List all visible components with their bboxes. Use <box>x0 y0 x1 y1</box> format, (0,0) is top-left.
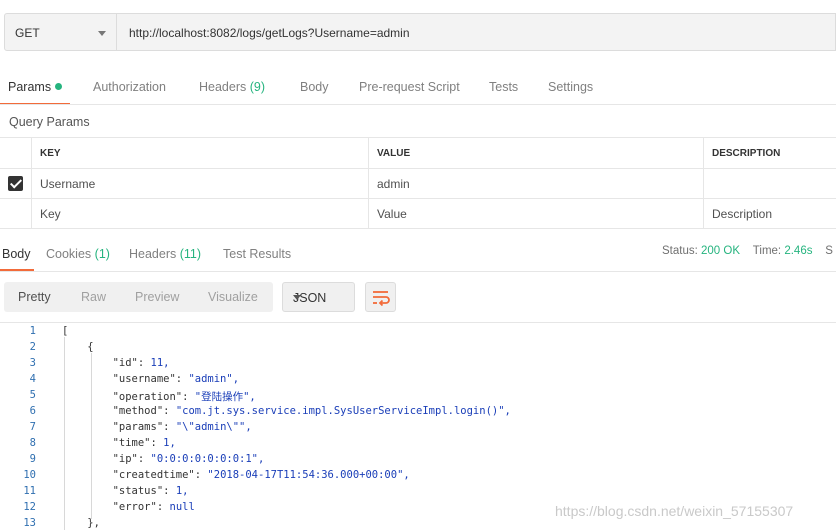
code-line: "params": "\"admin\"", <box>62 421 252 433</box>
query-params-title: Query Params <box>9 115 90 129</box>
params-table: KEY VALUE DESCRIPTION Username admin Key… <box>0 137 836 229</box>
line-number: 11 <box>0 485 36 497</box>
tab-test-results[interactable]: Test Results <box>223 247 291 261</box>
tab-cookies[interactable]: Cookies (1) <box>46 247 110 261</box>
code-line: "createdtime": "2018-04-17T11:54:36.000+… <box>62 469 410 481</box>
raw-button[interactable]: Raw <box>81 290 106 304</box>
row-checkbox-empty <box>0 199 32 229</box>
line-number: 2 <box>0 341 36 353</box>
response-body-code[interactable]: 1[2 {3 "id": 11,4 "username": "admin",5 … <box>0 322 836 530</box>
method-select[interactable]: GET <box>4 13 117 51</box>
code-line: "method": "com.jt.sys.service.impl.SysUs… <box>62 405 511 417</box>
request-tabs: Params Authorization Headers (9) Body Pr… <box>0 80 836 120</box>
wrap-lines-icon <box>366 283 395 311</box>
watermark: https://blog.csdn.net/weixin_57155307 <box>555 503 793 519</box>
tab-pre-request-script[interactable]: Pre-request Script <box>359 80 460 94</box>
param-description-cell[interactable] <box>704 169 836 199</box>
preview-button[interactable]: Preview <box>135 290 179 304</box>
pretty-button[interactable]: Pretty <box>18 290 51 304</box>
line-number: 3 <box>0 357 36 369</box>
request-bar: GET http://localhost:8082/logs/getLogs?U… <box>0 0 836 64</box>
tab-response-headers[interactable]: Headers (11) <box>129 247 201 261</box>
description-placeholder[interactable]: Description <box>704 199 836 229</box>
value-placeholder[interactable]: Value <box>369 199 704 229</box>
tab-settings[interactable]: Settings <box>548 80 593 94</box>
line-number: 1 <box>0 325 36 337</box>
tab-params[interactable]: Params <box>8 80 62 94</box>
code-line: "id": 11, <box>62 357 170 369</box>
response-status: Status: 200 OK Time: 2.46s S <box>662 245 833 257</box>
chevron-down-icon <box>293 295 301 300</box>
tab-tests[interactable]: Tests <box>489 80 518 94</box>
visualize-button[interactable]: Visualize <box>208 290 258 304</box>
line-number: 12 <box>0 501 36 513</box>
line-number: 10 <box>0 469 36 481</box>
key-placeholder[interactable]: Key <box>32 199 369 229</box>
method-label: GET <box>15 26 40 40</box>
tab-body[interactable]: Body <box>300 80 329 94</box>
tab-response-body[interactable]: Body <box>2 247 31 261</box>
chevron-down-icon <box>98 31 106 36</box>
params-header-row: KEY VALUE DESCRIPTION <box>0 138 836 169</box>
key-header: KEY <box>32 138 369 169</box>
code-line: "ip": "0:0:0:0:0:0:0:1", <box>62 453 264 465</box>
table-row: Username admin <box>0 169 836 199</box>
url-input[interactable]: http://localhost:8082/logs/getLogs?Usern… <box>117 13 836 51</box>
format-select[interactable]: JSON <box>282 282 355 312</box>
tab-headers[interactable]: Headers (9) <box>199 80 265 94</box>
line-number: 8 <box>0 437 36 449</box>
checkbox-header <box>0 138 32 169</box>
line-number: 13 <box>0 517 36 529</box>
active-dot-icon <box>55 83 62 90</box>
divider <box>0 271 836 272</box>
wrap-lines-button[interactable] <box>365 282 396 312</box>
line-number: 6 <box>0 405 36 417</box>
code-line: [ <box>62 325 68 337</box>
param-value-cell[interactable]: admin <box>369 169 704 199</box>
tab-authorization[interactable]: Authorization <box>93 80 166 94</box>
code-line: "operation": "登陆操作", <box>62 389 256 404</box>
url-text: http://localhost:8082/logs/getLogs?Usern… <box>129 26 410 40</box>
response-tabs: Body Cookies (1) Headers (11) Test Resul… <box>0 247 660 287</box>
row-checkbox[interactable] <box>0 169 32 199</box>
line-number: 5 <box>0 389 36 401</box>
line-number: 9 <box>0 453 36 465</box>
param-key-cell[interactable]: Username <box>32 169 369 199</box>
code-line: "username": "admin", <box>62 373 239 385</box>
table-row-new: Key Value Description <box>0 199 836 229</box>
code-line: { <box>62 341 94 353</box>
value-header: VALUE <box>369 138 704 169</box>
line-number: 7 <box>0 421 36 433</box>
code-line: "error": null <box>62 501 195 513</box>
line-number: 4 <box>0 373 36 385</box>
status-code: 200 OK <box>701 245 740 257</box>
response-time: 2.46s <box>784 245 812 257</box>
description-header: DESCRIPTION <box>704 138 836 169</box>
code-line: }, <box>62 517 100 529</box>
divider <box>0 104 836 105</box>
code-line: "time": 1, <box>62 437 176 449</box>
checkbox-checked-icon[interactable] <box>8 176 23 191</box>
code-line: "status": 1, <box>62 485 188 497</box>
view-mode-group: Pretty Raw Preview Visualize <box>4 282 273 312</box>
